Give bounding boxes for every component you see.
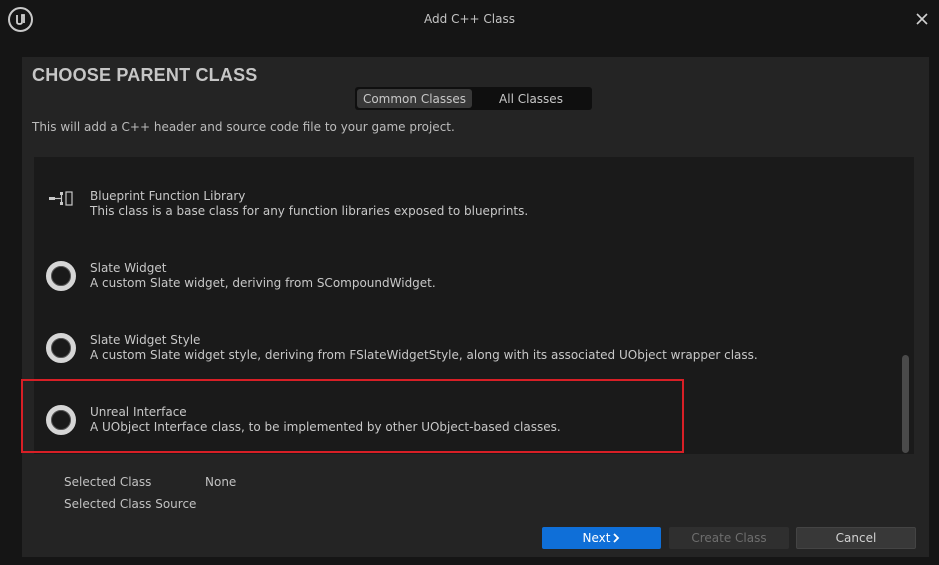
- list-item-unreal-interface[interactable]: Unreal Interface A UObject Interface cla…: [34, 381, 894, 443]
- next-button[interactable]: Next: [542, 527, 661, 549]
- circle-class-icon: [46, 333, 76, 363]
- class-list: Blueprint Function Library This class is…: [34, 157, 914, 454]
- class-name: Unreal Interface: [90, 405, 187, 419]
- window-title: Add C++ Class: [424, 12, 515, 26]
- close-icon[interactable]: [913, 10, 931, 28]
- create-class-button[interactable]: Create Class: [669, 527, 789, 549]
- list-item-slate-widget[interactable]: Slate Widget A custom Slate widget, deri…: [34, 237, 894, 299]
- circle-class-icon: [46, 261, 76, 291]
- class-description: A custom Slate widget, deriving from SCo…: [90, 276, 436, 290]
- main-panel: CHOOSE PARENT CLASS Common Classes All C…: [22, 57, 929, 557]
- chevron-right-icon: [613, 533, 620, 543]
- list-scrollbar-thumb[interactable]: [902, 355, 909, 453]
- class-description: A UObject Interface class, to be impleme…: [90, 420, 561, 434]
- add-cpp-class-dialog: Add C++ Class CHOOSE PARENT CLASS Common…: [0, 0, 939, 565]
- circle-class-icon: [46, 405, 76, 435]
- blueprint-function-library-icon: [46, 183, 76, 213]
- list-item-slate-widget-style[interactable]: Slate Widget Style A custom Slate widget…: [34, 309, 894, 371]
- page-title: CHOOSE PARENT CLASS: [32, 65, 258, 85]
- class-filter-tabs: Common Classes All Classes: [355, 87, 592, 110]
- selected-class-value: None: [205, 475, 237, 489]
- class-name: Blueprint Function Library: [90, 189, 246, 203]
- title-bar: Add C++ Class: [0, 0, 939, 40]
- class-name: Slate Widget: [90, 261, 167, 275]
- class-description: This class is a base class for any funct…: [90, 204, 529, 218]
- page-subtitle: This will add a C++ header and source co…: [32, 120, 455, 134]
- cancel-button[interactable]: Cancel: [796, 527, 916, 549]
- class-name: Slate Widget Style: [90, 333, 201, 347]
- selected-class-source-label: Selected Class Source: [64, 497, 197, 511]
- tab-all-classes[interactable]: All Classes: [472, 89, 590, 108]
- list-item-blueprint-function-library[interactable]: Blueprint Function Library This class is…: [34, 165, 894, 227]
- class-description: A custom Slate widget style, deriving fr…: [90, 348, 758, 362]
- selected-class-label: Selected Class: [64, 475, 152, 489]
- tab-common-classes[interactable]: Common Classes: [357, 89, 472, 108]
- next-button-label: Next: [582, 531, 611, 545]
